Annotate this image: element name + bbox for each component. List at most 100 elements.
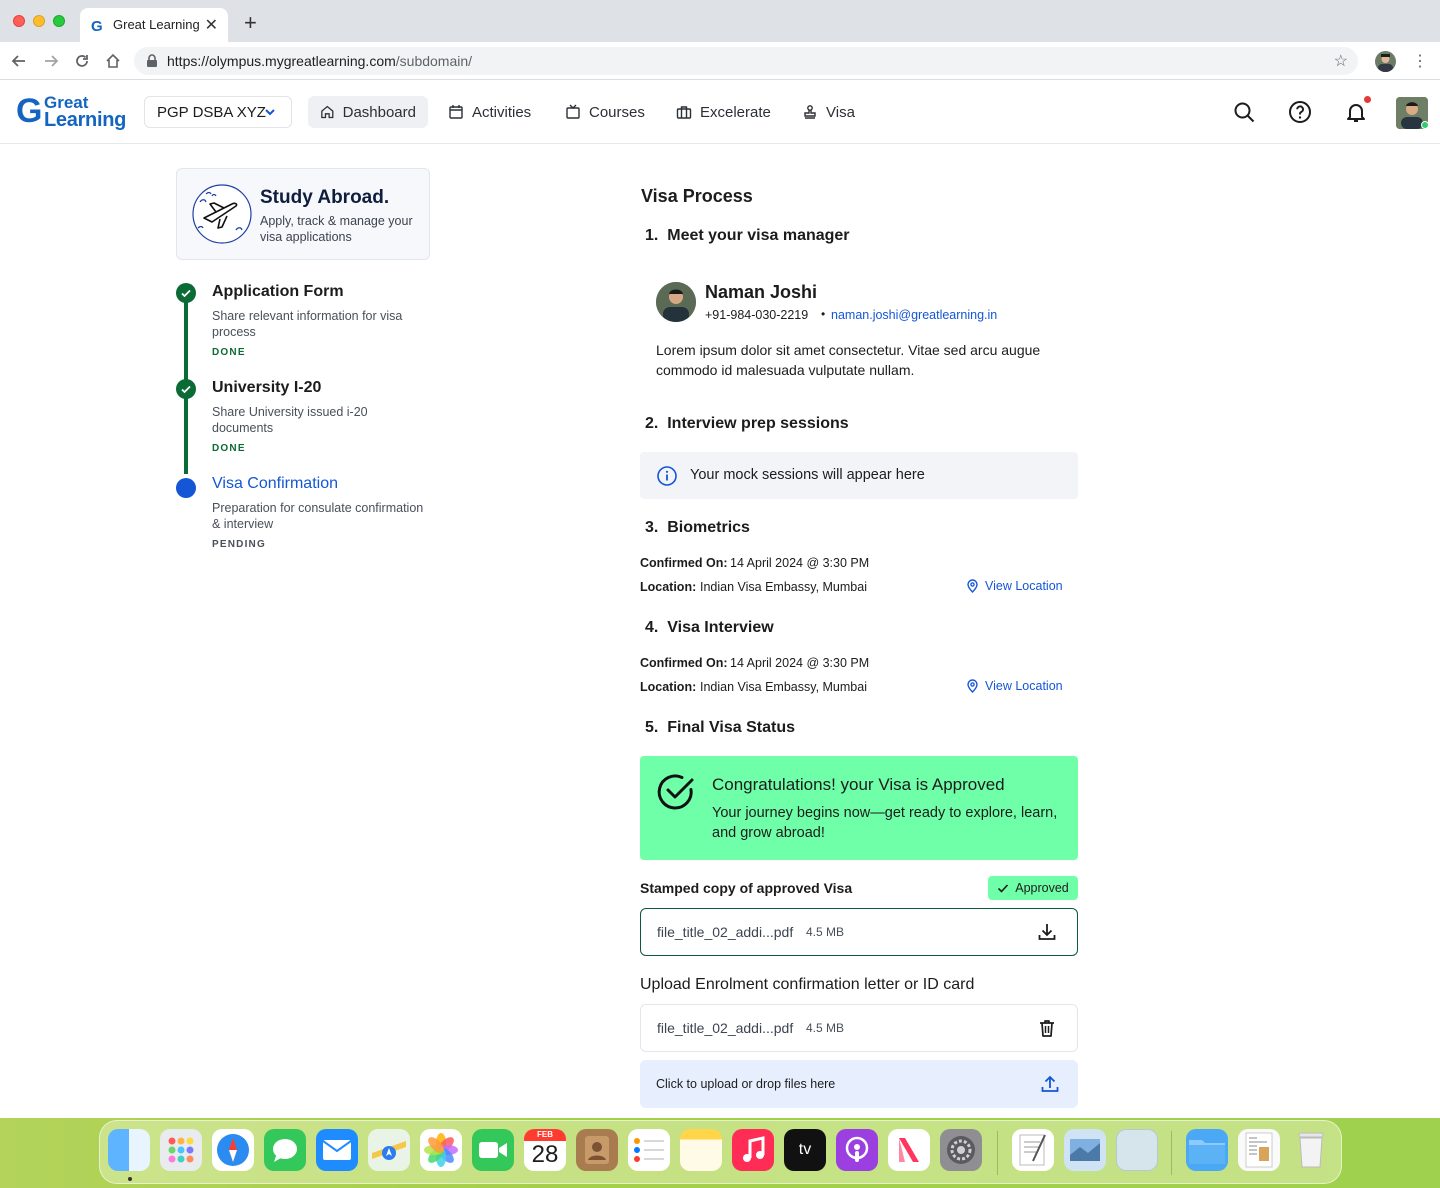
maximize-window-button[interactable] (53, 15, 65, 27)
step-1-status: DONE (212, 347, 246, 358)
nav-excelerate[interactable]: Excelerate (664, 96, 783, 128)
messages-icon[interactable] (264, 1129, 306, 1171)
online-status-dot (1421, 121, 1429, 129)
step-2-title[interactable]: University I-20 (212, 379, 321, 397)
preview-icon[interactable] (1064, 1129, 1106, 1171)
maps-icon[interactable] (368, 1129, 410, 1171)
trash-icon[interactable] (1037, 1018, 1057, 1038)
upload-dropzone[interactable]: Click to upload or drop files here (640, 1060, 1078, 1108)
textedit-icon[interactable] (1012, 1129, 1054, 1171)
browser-menu-icon[interactable]: ⋮ (1412, 51, 1428, 71)
program-selector-value: PGP DSBA XYZ (157, 103, 266, 121)
reminders-icon[interactable] (628, 1129, 670, 1171)
great-learning-logo[interactable]: G Great Learning (16, 92, 126, 132)
download-icon[interactable] (1037, 922, 1057, 942)
help-icon[interactable] (1288, 100, 1312, 124)
file-name: file_title_02_addi...pdf (657, 1020, 794, 1036)
nav-visa[interactable]: Visa (790, 96, 867, 128)
browser-profile-avatar[interactable] (1375, 51, 1396, 72)
check-circle-icon (657, 774, 694, 810)
url-text: https://olympus.mygreatlearning.com/subd… (167, 53, 472, 69)
notes-icon[interactable] (680, 1129, 722, 1171)
manager-note: Lorem ipsum dolor sit amet consectetur. … (656, 342, 1041, 378)
document-icon[interactable] (1238, 1129, 1280, 1171)
new-tab-button[interactable]: + (244, 10, 257, 36)
uploaded-enrolment-file[interactable]: file_title_02_addi...pdf 4.5 MB (640, 1004, 1078, 1052)
nav-courses[interactable]: Courses (553, 96, 657, 128)
podcasts-icon[interactable] (836, 1129, 878, 1171)
chevron-down-icon (265, 109, 275, 116)
home-browser-icon[interactable] (102, 50, 124, 72)
nav-excelerate-label: Excelerate (700, 103, 771, 121)
svg-text:G: G (91, 18, 103, 33)
step-3-current-dot (176, 478, 196, 498)
step-2-status: DONE (212, 443, 246, 454)
url-host: https://olympus.mygreatlearning.com (167, 53, 396, 69)
blank-app-icon[interactable] (1116, 1129, 1158, 1171)
logo-letter: G (16, 92, 43, 130)
upload-enrolment-heading: Upload Enrolment confirmation letter or … (640, 976, 975, 993)
calendar-day: 28 (531, 1141, 559, 1168)
apple-tv-icon[interactable]: tv (784, 1129, 826, 1171)
great-learning-favicon-icon: G (91, 18, 103, 33)
system-settings-icon[interactable] (940, 1129, 982, 1171)
approved-badge: Approved (988, 876, 1078, 900)
manager-phone[interactable]: +91-984-030-2219 (705, 308, 808, 322)
approval-title: Congratulations! your Visa is Approved (712, 775, 1005, 794)
approved-badge-text: Approved (1015, 881, 1069, 895)
facetime-icon[interactable] (472, 1129, 514, 1171)
upload-icon[interactable] (1040, 1074, 1060, 1094)
step-2-check-icon (176, 379, 196, 399)
music-icon[interactable] (732, 1129, 774, 1171)
reload-icon[interactable] (71, 50, 93, 72)
section-biometrics-heading: 3. Biometrics (645, 519, 750, 536)
nav-activities[interactable]: Activities (436, 96, 543, 128)
tv-label: tv (798, 1141, 812, 1158)
minimize-window-button[interactable] (33, 15, 45, 27)
info-icon (657, 466, 677, 486)
nav-dashboard[interactable]: Dashboard (308, 96, 428, 128)
stamped-visa-file[interactable]: file_title_02_addi...pdf 4.5 MB (640, 908, 1078, 956)
interview-confirmed-label: Confirmed On: (640, 656, 728, 670)
step-1-title[interactable]: Application Form (212, 283, 344, 301)
interview-view-location-link[interactable]: View Location (966, 679, 1063, 693)
home-icon (321, 105, 334, 119)
step-3-title[interactable]: Visa Confirmation (212, 475, 338, 493)
close-window-button[interactable] (13, 15, 25, 27)
news-icon[interactable] (888, 1129, 930, 1171)
photos-icon[interactable] (420, 1129, 462, 1171)
finder-icon[interactable] (108, 1129, 150, 1171)
close-tab-icon[interactable]: ✕ (205, 15, 218, 35)
back-arrow-icon[interactable] (8, 50, 30, 72)
step-1-check-icon (176, 283, 196, 303)
program-selector[interactable]: PGP DSBA XYZ (144, 96, 292, 128)
stamp-icon (804, 105, 816, 119)
launchpad-icon[interactable] (160, 1129, 202, 1171)
mock-sessions-text: Your mock sessions will appear here (690, 467, 925, 483)
step-1-description: Share relevant information for visa proc… (212, 309, 403, 339)
airplane-icon (192, 184, 252, 244)
stamped-copy-label: Stamped copy of approved Visa (640, 880, 853, 896)
dock-separator (1171, 1131, 1172, 1175)
safari-icon[interactable] (212, 1129, 254, 1171)
folder-icon[interactable] (1186, 1129, 1228, 1171)
biometrics-view-location-link[interactable]: View Location (966, 579, 1063, 593)
location-pin-icon (967, 579, 978, 593)
manager-email-link[interactable]: naman.joshi@greatlearning.in (831, 308, 997, 322)
contact-separator: • (821, 307, 826, 321)
calendar-month: FEB (524, 1129, 566, 1141)
browser-tab-bar: G Great Learning ✕ + (0, 0, 1440, 42)
mail-icon[interactable] (316, 1129, 358, 1171)
calendar-app-icon[interactable]: FEB 28 (524, 1129, 566, 1171)
browser-toolbar: https://olympus.mygreatlearning.com/subd… (0, 42, 1440, 80)
nav-dashboard-label: Dashboard (342, 103, 416, 121)
search-icon[interactable] (1232, 100, 1256, 124)
bell-icon[interactable] (1344, 100, 1368, 124)
trash-can-icon[interactable] (1290, 1129, 1332, 1171)
bookmark-star-icon[interactable]: ☆ (1334, 51, 1348, 71)
address-bar[interactable]: https://olympus.mygreatlearning.com/subd… (134, 47, 1358, 75)
forward-arrow-icon[interactable] (40, 50, 62, 72)
app-header: G Great Learning PGP DSBA XYZ Dashboard … (0, 80, 1440, 144)
browser-tab[interactable]: G Great Learning ✕ (80, 8, 228, 42)
contacts-icon[interactable] (576, 1129, 618, 1171)
